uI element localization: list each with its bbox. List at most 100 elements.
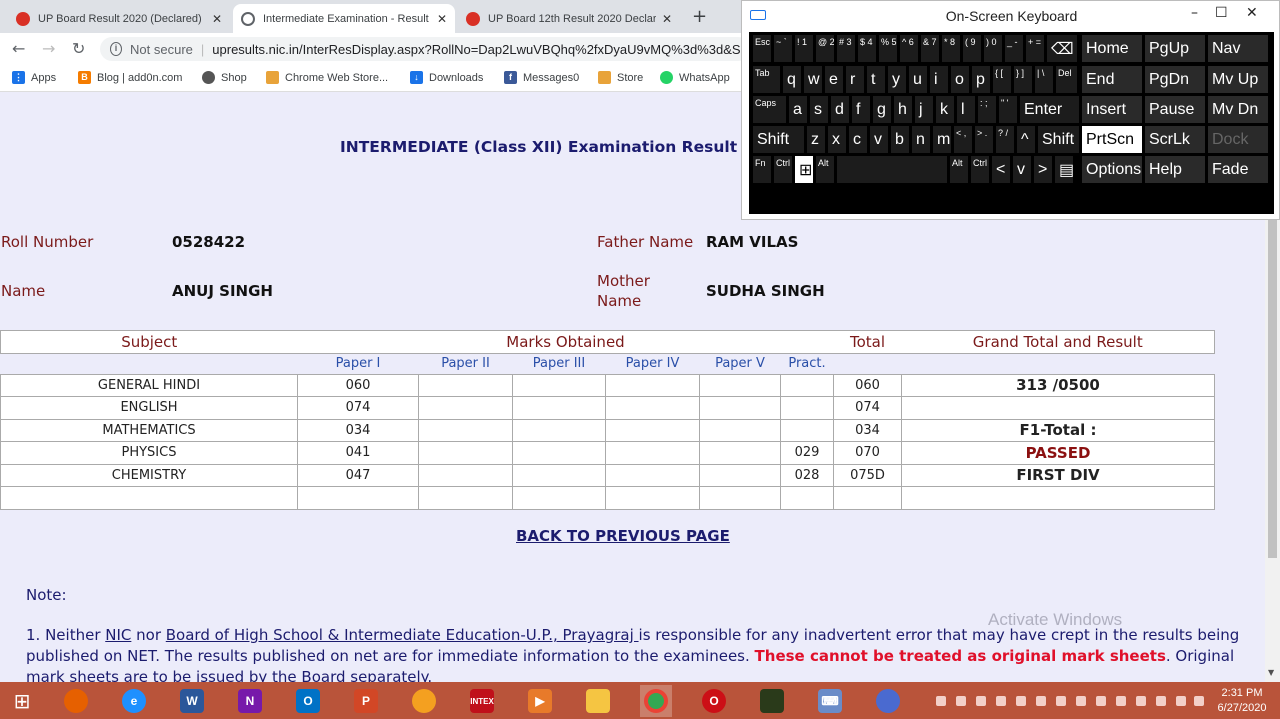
tray-icon[interactable] (996, 696, 1006, 706)
tray-icon[interactable] (936, 696, 946, 706)
osk-key[interactable]: z (807, 126, 825, 153)
tab-up-board-12th[interactable]: UP Board 12th Result 2020 Declared ✕ (458, 4, 680, 33)
osk-key[interactable]: e (825, 66, 843, 93)
osk-key[interactable]: ) 0 (984, 35, 1002, 62)
osk-key[interactable]: Nav (1208, 35, 1268, 62)
osk-key[interactable]: Help (1145, 156, 1205, 183)
taskbar-onenote[interactable]: N (234, 685, 266, 717)
osk-key[interactable]: > (1034, 156, 1052, 183)
taskbar-ie[interactable]: e (118, 685, 150, 717)
osk-key[interactable]: + = (1026, 35, 1044, 62)
osk-key[interactable]: | \ (1035, 66, 1053, 93)
osk-key[interactable]: } ] (1014, 66, 1032, 93)
tray-icon[interactable] (1076, 696, 1086, 706)
osk-key[interactable]: x (828, 126, 846, 153)
osk-key[interactable]: i (930, 66, 948, 93)
osk-key[interactable]: & 7 (921, 35, 939, 62)
osk-key[interactable]: v (870, 126, 888, 153)
back-arrow-icon[interactable]: ← (12, 39, 25, 58)
back-to-previous-page-link[interactable]: BACK TO PREVIOUS PAGE (516, 527, 730, 545)
osk-key[interactable]: : ; (978, 96, 996, 123)
osk-key[interactable]: # 3 (837, 35, 855, 62)
osk-key[interactable]: PgUp (1145, 35, 1205, 62)
osk-key[interactable]: PrtScn (1082, 126, 1142, 153)
bookmark-messages[interactable]: f Messages0 (504, 71, 579, 84)
nic-link[interactable]: NIC (105, 626, 131, 644)
board-link[interactable]: Board of High School & Intermediate Educ… (166, 626, 639, 644)
osk-key[interactable]: ⌫ (1047, 35, 1077, 62)
osk-key[interactable]: < , (954, 126, 972, 153)
taskbar-firefox[interactable] (60, 685, 92, 717)
osk-key[interactable]: Home (1082, 35, 1142, 62)
osk-key[interactable]: Del (1056, 66, 1077, 93)
osk-key[interactable]: o (951, 66, 969, 93)
osk-key[interactable]: ! 1 (795, 35, 813, 62)
osk-key[interactable]: Mv Dn (1208, 96, 1268, 123)
osk-key[interactable]: f (852, 96, 870, 123)
bookmark-downloads[interactable]: ↓ Downloads (410, 71, 483, 84)
start-button[interactable]: ⊞ (6, 685, 38, 717)
osk-key[interactable]: Ctrl (774, 156, 792, 183)
tray-icon[interactable] (1136, 696, 1146, 706)
taskbar-media[interactable]: ▶ (524, 685, 556, 717)
info-icon[interactable]: i (110, 42, 123, 56)
close-tab-icon[interactable]: ✕ (437, 12, 447, 26)
osk-key[interactable]: ^ (1017, 126, 1035, 153)
system-clock[interactable]: 2:31 PM 6/27/2020 (1212, 686, 1272, 716)
osk-key[interactable]: t (867, 66, 885, 93)
osk-key[interactable]: l (957, 96, 975, 123)
osk-key[interactable]: Alt (816, 156, 834, 183)
new-tab-button[interactable]: + (692, 6, 707, 27)
osk-key[interactable]: u (909, 66, 927, 93)
osk-key[interactable]: g (873, 96, 891, 123)
tab-up-board-result[interactable]: UP Board Result 2020 (Declared) ✕ (8, 4, 230, 33)
tray-icon[interactable] (976, 696, 986, 706)
osk-key[interactable]: Enter (1020, 96, 1079, 123)
osk-key[interactable]: Pause (1145, 96, 1205, 123)
osk-key[interactable]: v (1013, 156, 1031, 183)
tray-icon[interactable] (1116, 696, 1126, 706)
taskbar-file-explorer[interactable] (582, 685, 614, 717)
osk-key[interactable]: c (849, 126, 867, 153)
osk-key[interactable]: Ctrl (971, 156, 989, 183)
osk-key[interactable]: Shift (753, 126, 804, 153)
url-text[interactable]: upresults.nic.in/InterResDisplay.aspx?Ro… (212, 42, 750, 57)
tray-icon[interactable] (1096, 696, 1106, 706)
osk-key[interactable]: s (810, 96, 828, 123)
taskbar-app-2[interactable] (872, 685, 904, 717)
taskbar-chrome[interactable] (640, 685, 672, 717)
bookmark-store[interactable]: Store (598, 71, 643, 84)
osk-key[interactable]: a (789, 96, 807, 123)
osk-key[interactable]: ( 9 (963, 35, 981, 62)
tray-icon[interactable] (1176, 696, 1186, 706)
osk-key[interactable]: d (831, 96, 849, 123)
reload-icon[interactable]: ↻ (72, 39, 85, 58)
osk-key[interactable]: Options (1082, 156, 1142, 183)
osk-key[interactable]: Dock (1208, 126, 1268, 153)
scroll-down-icon[interactable]: ▼ (1268, 668, 1274, 677)
osk-key[interactable]: _ - (1005, 35, 1023, 62)
osk-key[interactable]: y (888, 66, 906, 93)
osk-key[interactable]: Fn (753, 156, 771, 183)
osk-key[interactable]: Fade (1208, 156, 1268, 183)
tray-icon[interactable] (1036, 696, 1046, 706)
osk-key[interactable]: m (933, 126, 951, 153)
bookmark-apps[interactable]: ⋮ Apps (12, 71, 56, 84)
taskbar-game[interactable] (756, 685, 788, 717)
osk-key[interactable]: k (936, 96, 954, 123)
taskbar-outlook[interactable]: O (292, 685, 324, 717)
tray-icon[interactable] (1056, 696, 1066, 706)
taskbar-word[interactable]: W (176, 685, 208, 717)
osk-key[interactable]: End (1082, 66, 1142, 93)
osk-key[interactable]: * 8 (942, 35, 960, 62)
close-tab-icon[interactable]: ✕ (662, 12, 672, 26)
taskbar-intex[interactable]: INTEX (466, 685, 498, 717)
osk-key[interactable]: ? / (996, 126, 1014, 153)
bookmark-whatsapp[interactable]: WhatsApp (660, 71, 730, 84)
osk-key[interactable]: r (846, 66, 864, 93)
osk-key[interactable]: " ' (999, 96, 1017, 123)
taskbar-powerpoint[interactable]: P (350, 685, 382, 717)
osk-key[interactable]: n (912, 126, 930, 153)
close-icon[interactable]: ✕ (1246, 5, 1258, 21)
osk-key[interactable]: Shift (1038, 126, 1079, 153)
